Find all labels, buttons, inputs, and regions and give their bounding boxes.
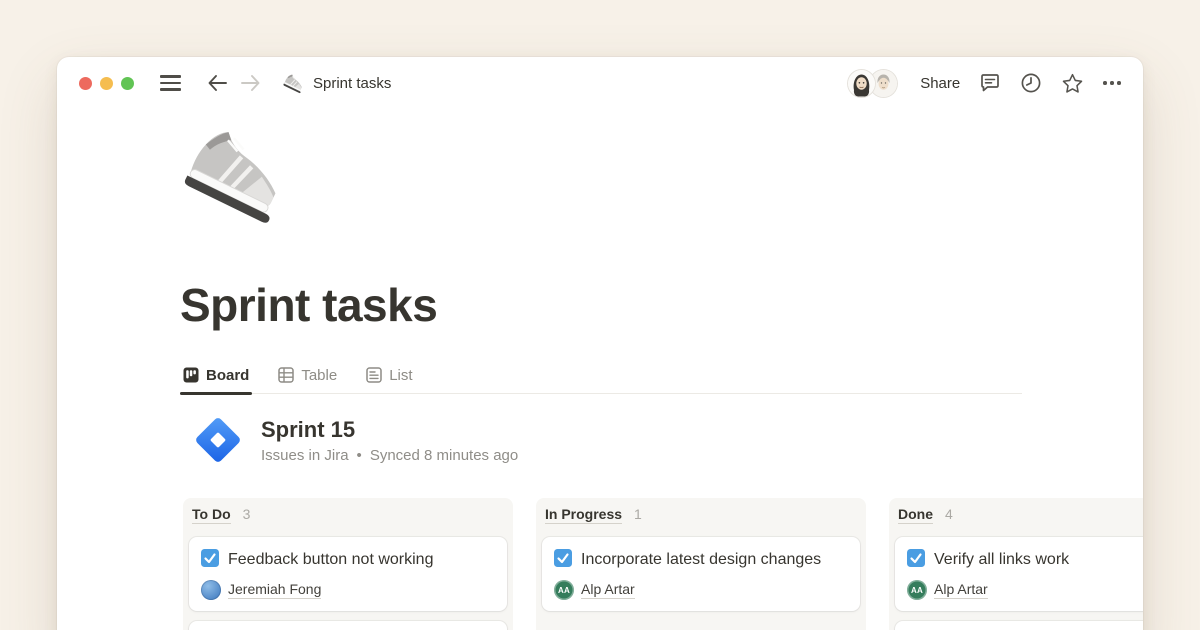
- sprint-sync-status: Issues in Jira • Synced 8 minutes ago: [261, 447, 518, 464]
- kanban-board: To Do 3 Feedback button not working Jere…: [183, 498, 1143, 630]
- board-column-todo: To Do 3 Feedback button not working Jere…: [183, 498, 513, 630]
- assignee-name[interactable]: Alp Artar: [934, 581, 988, 599]
- sidebar-menu-icon[interactable]: [160, 75, 181, 91]
- favorite-star-icon[interactable]: [1061, 72, 1084, 95]
- separator-dot: •: [357, 447, 362, 464]
- task-card-partial[interactable]: [189, 621, 507, 630]
- task-checkbox-checked-icon[interactable]: [554, 549, 572, 567]
- updates-clock-icon[interactable]: [1020, 72, 1042, 94]
- column-count: 4: [945, 506, 953, 522]
- app-window: Sprint tasks: [57, 57, 1143, 630]
- task-title: Feedback button not working: [228, 551, 433, 568]
- tab-board[interactable]: Board: [182, 357, 250, 394]
- board-view-icon: [183, 367, 199, 383]
- column-name[interactable]: Done: [898, 506, 933, 524]
- assignee-row: AA Alp Artar: [907, 580, 1143, 600]
- column-header: Done 4: [898, 506, 1143, 524]
- task-card[interactable]: Verify all links work AA Alp Artar: [895, 537, 1143, 611]
- topbar-actions: Share: [848, 70, 1121, 97]
- view-tabs: Board Table List: [182, 357, 1022, 394]
- tab-board-label: Board: [206, 367, 249, 384]
- column-count: 1: [634, 506, 642, 522]
- column-name[interactable]: To Do: [192, 506, 231, 524]
- task-title-row: Verify all links work: [907, 547, 1143, 572]
- comments-icon[interactable]: [979, 72, 1001, 94]
- column-count: 3: [243, 506, 251, 522]
- task-checkbox-checked-icon[interactable]: [201, 549, 219, 567]
- task-title-row: Feedback button not working: [201, 547, 495, 572]
- board-column-done: Done 4 Verify all links work AA Alp Arta…: [889, 498, 1143, 630]
- assignee-avatar-jeremiah: [201, 580, 221, 600]
- collaborator-avatars[interactable]: [848, 70, 897, 97]
- share-button[interactable]: Share: [920, 75, 960, 92]
- breadcrumb[interactable]: Sprint tasks: [283, 72, 391, 94]
- column-name[interactable]: In Progress: [545, 506, 622, 524]
- close-window-button[interactable]: [79, 77, 92, 90]
- minimize-window-button[interactable]: [100, 77, 113, 90]
- forward-arrow-icon[interactable]: [240, 74, 261, 92]
- list-view-icon: [366, 367, 382, 383]
- desktop-background: Sprint tasks: [0, 0, 1200, 630]
- task-card[interactable]: Incorporate latest design changes AA Alp…: [542, 537, 860, 611]
- sprint-source: Issues in Jira: [261, 447, 349, 464]
- tab-table-label: Table: [301, 367, 337, 384]
- assignee-name[interactable]: Jeremiah Fong: [228, 581, 321, 599]
- assignee-row: Jeremiah Fong: [201, 580, 495, 600]
- traffic-lights: [79, 77, 134, 90]
- task-checkbox-checked-icon[interactable]: [907, 549, 925, 567]
- more-options-icon[interactable]: [1103, 81, 1121, 85]
- breadcrumb-title: Sprint tasks: [313, 75, 391, 92]
- page-icon-sneaker[interactable]: [183, 119, 291, 227]
- assignee-avatar-alp: AA: [907, 580, 927, 600]
- sprint-header: Sprint 15 Issues in Jira • Synced 8 minu…: [193, 415, 518, 465]
- zoom-window-button[interactable]: [121, 77, 134, 90]
- tab-list[interactable]: List: [365, 357, 413, 394]
- assignee-row: AA Alp Artar: [554, 580, 848, 600]
- column-header: In Progress 1: [545, 506, 860, 524]
- sneaker-emoji-icon: [283, 72, 305, 94]
- task-title-row: Incorporate latest design changes: [554, 547, 848, 572]
- tab-table[interactable]: Table: [277, 357, 338, 394]
- task-card-partial[interactable]: [895, 621, 1143, 630]
- sprint-name: Sprint 15: [261, 417, 518, 443]
- sprint-synced: Synced 8 minutes ago: [370, 447, 518, 464]
- table-view-icon: [278, 367, 294, 383]
- column-header: To Do 3: [192, 506, 507, 524]
- jira-logo-icon: [193, 415, 243, 465]
- back-arrow-icon[interactable]: [207, 74, 228, 92]
- window-topbar: Sprint tasks: [57, 57, 1143, 109]
- board-column-in-progress: In Progress 1 Incorporate latest design …: [536, 498, 866, 630]
- task-card[interactable]: Feedback button not working Jeremiah Fon…: [189, 537, 507, 611]
- assignee-avatar-alp: AA: [554, 580, 574, 600]
- task-title: Verify all links work: [934, 551, 1069, 568]
- avatar-woman: [848, 70, 875, 97]
- tab-list-label: List: [389, 367, 412, 384]
- task-title: Incorporate latest design changes: [581, 551, 821, 568]
- page-title: Sprint tasks: [180, 277, 437, 335]
- sprint-header-text: Sprint 15 Issues in Jira • Synced 8 minu…: [261, 417, 518, 464]
- assignee-name[interactable]: Alp Artar: [581, 581, 635, 599]
